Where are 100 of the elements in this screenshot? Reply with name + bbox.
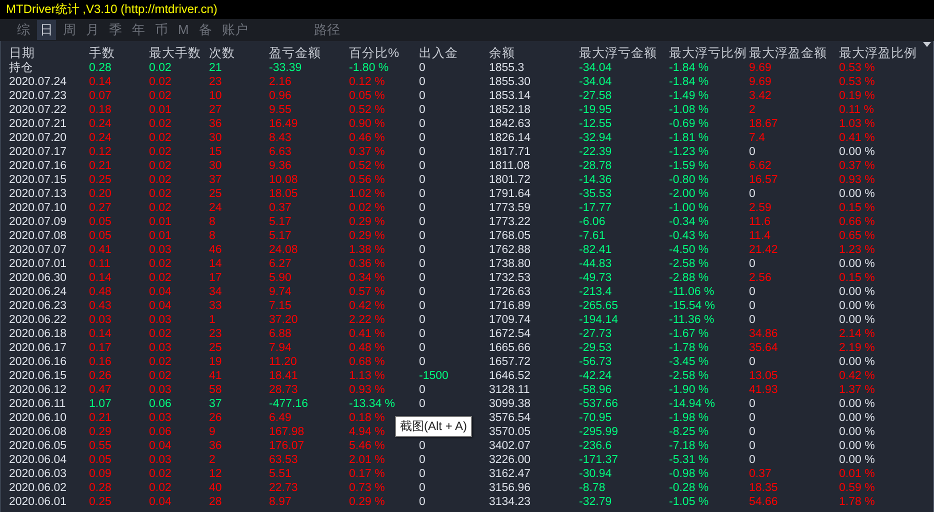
table-cell: 8 — [209, 229, 216, 243]
table-cell: -22.39 — [579, 145, 612, 159]
table-cell: 2.56 — [749, 271, 772, 285]
table-cell: -1.80 % — [349, 61, 389, 75]
table-cell: 0.00 % — [839, 187, 875, 201]
table-cell: 18.35 — [749, 481, 778, 495]
table-cell: 2.22 % — [349, 313, 385, 327]
tab[interactable]: 备 — [196, 20, 215, 40]
tab[interactable]: 月 — [83, 20, 102, 40]
table-cell: 0.12 — [89, 145, 112, 159]
table-cell: 0.52 % — [349, 103, 385, 117]
table-cell: 1657.72 — [489, 355, 531, 369]
table-cell: 0.02 — [149, 187, 172, 201]
table-cell: 持仓 — [9, 61, 33, 75]
table-cell: 5.17 — [269, 229, 292, 243]
table-cell: 0.05 — [89, 215, 112, 229]
table-cell: 0.02 — [149, 145, 172, 159]
table-cell: 0.06 — [149, 397, 172, 411]
tab[interactable]: 账户 — [218, 20, 251, 40]
tab[interactable]: 年 — [129, 20, 148, 40]
table-cell: 1726.63 — [489, 285, 531, 299]
table-cell: 23 — [209, 75, 222, 89]
table-cell: 1646.52 — [489, 369, 531, 383]
table-cell: -44.83 — [579, 257, 612, 271]
table-cell: 26 — [209, 411, 222, 425]
table-cell: -13.34 % — [349, 397, 396, 411]
table-cell: 0.07 — [89, 89, 112, 103]
table-cell: 2020.06.17 — [9, 341, 67, 355]
table-cell: 0.53 % — [839, 61, 875, 75]
table-cell: 1732.53 — [489, 271, 531, 285]
table-cell: 18.41 — [269, 369, 298, 383]
table-cell: 0.03 — [149, 383, 172, 397]
table-cell: 0.02 — [149, 271, 172, 285]
table-cell: 2 — [209, 453, 216, 467]
table-cell: 8 — [209, 215, 216, 229]
table-cell: 0.53 % — [839, 75, 875, 89]
table-cell: 1709.74 — [489, 313, 531, 327]
table-cell: 1.03 % — [839, 117, 875, 131]
table-cell: -70.95 — [579, 411, 612, 425]
table-cell: 0.01 % — [839, 467, 875, 481]
path-tab[interactable]: 路径 — [310, 20, 343, 40]
table-cell: 0.18 % — [349, 411, 385, 425]
table-cell: 2020.07.21 — [9, 117, 67, 131]
table-cell: 0 — [749, 439, 756, 453]
table-cell: 7.15 — [269, 299, 292, 313]
tab[interactable]: 日 — [37, 20, 56, 40]
table-cell: 0.21 — [89, 159, 112, 173]
table-cell: 6.88 — [269, 327, 292, 341]
tab[interactable]: 季 — [106, 20, 125, 40]
table-cell: 0 — [419, 271, 426, 285]
table-cell: -56.73 — [579, 355, 612, 369]
tab[interactable]: 周 — [60, 20, 79, 40]
table-cell: -32.79 — [579, 495, 612, 509]
tab[interactable]: M — [175, 20, 192, 40]
table-cell: 2020.07.10 — [9, 201, 67, 215]
table-cell: 8.97 — [269, 495, 292, 509]
table-cell: -14.36 — [579, 173, 612, 187]
table-cell: 0.25 — [89, 173, 112, 187]
table-cell: 0 — [749, 411, 756, 425]
table-cell: -477.16 — [269, 397, 308, 411]
table-cell: -2.00 % — [669, 187, 709, 201]
table-cell: 0.02 — [149, 75, 172, 89]
table-cell: -1.23 % — [669, 145, 709, 159]
table-cell: -15.54 % — [669, 299, 716, 313]
table-cell: 5.17 — [269, 215, 292, 229]
table-cell: 0 — [749, 397, 756, 411]
table-cell: 3156.96 — [489, 481, 531, 495]
column-header: 最大手数 — [149, 46, 201, 61]
table-cell: 0.57 % — [349, 285, 385, 299]
table-cell: -58.96 — [579, 383, 612, 397]
table-cell: -4.50 % — [669, 243, 709, 257]
tab[interactable]: 币 — [152, 20, 171, 40]
table-cell: 2020.07.20 — [9, 131, 67, 145]
table-cell: -8.78 — [579, 481, 606, 495]
table-cell: 0.02 — [149, 481, 172, 495]
table-cell: 0.59 % — [839, 481, 875, 495]
table-cell: 0 — [419, 383, 426, 397]
table-cell: 2020.07.15 — [9, 173, 67, 187]
table-cell: -1.90 % — [669, 383, 709, 397]
table-cell: 0.24 — [89, 117, 112, 131]
tab[interactable]: 综 — [14, 20, 33, 40]
table-cell: 0.04 — [149, 299, 172, 313]
table-cell: 176.07 — [269, 439, 304, 453]
table-cell: 2020.06.05 — [9, 439, 67, 453]
table-cell: -7.18 % — [669, 439, 709, 453]
table-cell: -7.61 — [579, 229, 606, 243]
table-cell: -19.95 — [579, 103, 612, 117]
column-header: 次数 — [209, 46, 235, 61]
table-cell: 0.03 — [149, 341, 172, 355]
table-cell: 0.02 — [149, 201, 172, 215]
table-cell: 25 — [209, 187, 222, 201]
table-cell: 3402.07 — [489, 439, 531, 453]
table-cell: -0.43 % — [669, 229, 709, 243]
table-cell: 35.64 — [749, 341, 778, 355]
table-cell: 2020.06.01 — [9, 495, 67, 509]
table-cell: 0 — [419, 75, 426, 89]
table-cell: 0.05 % — [349, 89, 385, 103]
table-cell: 0.37 — [269, 201, 292, 215]
table-cell: 0 — [419, 243, 426, 257]
table-cell: 9.69 — [749, 75, 772, 89]
